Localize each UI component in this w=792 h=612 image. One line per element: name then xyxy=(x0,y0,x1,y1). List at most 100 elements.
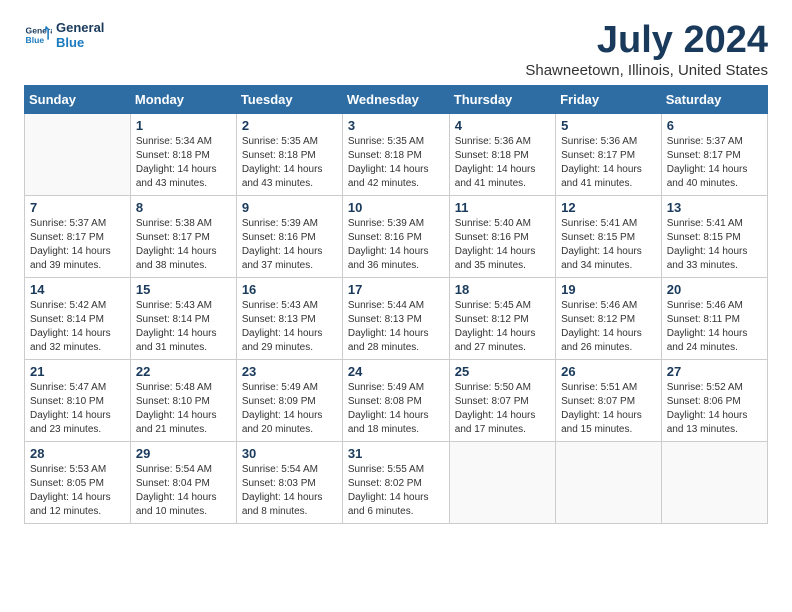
weekday-header-thursday: Thursday xyxy=(449,85,555,113)
day-number: 3 xyxy=(348,118,444,133)
cell-details: Sunrise: 5:35 AMSunset: 8:18 PMDaylight:… xyxy=(242,135,337,191)
day-number: 29 xyxy=(136,446,231,461)
day-number: 22 xyxy=(136,364,231,379)
calendar-cell: 8Sunrise: 5:38 AMSunset: 8:17 PMDaylight… xyxy=(130,195,236,277)
calendar-cell: 1Sunrise: 5:34 AMSunset: 8:18 PMDaylight… xyxy=(130,113,236,195)
cell-details: Sunrise: 5:36 AMSunset: 8:17 PMDaylight:… xyxy=(561,135,656,191)
calendar-cell: 29 Sunrise: 5:54 AMSunset: 8:04 PMDayligh… xyxy=(130,441,236,523)
calendar-cell: 10 Sunrise: 5:39 AMSunset: 8:16 PMDayligh… xyxy=(342,195,449,277)
calendar-cell: 5 Sunrise: 5:36 AMSunset: 8:17 PMDaylight… xyxy=(556,113,662,195)
calendar-cell: 28 Sunrise: 5:53 AMSunset: 8:05 PMDayligh… xyxy=(25,441,131,523)
day-number: 13 xyxy=(667,200,762,215)
calendar-cell: 22 Sunrise: 5:48 AMSunset: 8:10 PMDayligh… xyxy=(130,359,236,441)
cell-details: Sunrise: 5:40 AMSunset: 8:16 PMDaylight:… xyxy=(455,217,550,273)
day-number: 5 xyxy=(561,118,656,133)
cell-details: Sunrise: 5:53 AMSunset: 8:05 PMDaylight:… xyxy=(30,463,125,519)
calendar-cell: 2 Sunrise: 5:35 AMSunset: 8:18 PMDaylight… xyxy=(236,113,342,195)
cell-details: Sunrise: 5:39 AMSunset: 8:16 PMDaylight:… xyxy=(242,217,337,273)
calendar-cell: 17 Sunrise: 5:44 AMSunset: 8:13 PMDayligh… xyxy=(342,277,449,359)
cell-details: Sunrise: 5:42 AMSunset: 8:14 PMDaylight:… xyxy=(30,299,125,355)
week-row-3: 14 Sunrise: 5:42 AMSunset: 8:14 PMDayligh… xyxy=(25,277,768,359)
weekday-header-tuesday: Tuesday xyxy=(236,85,342,113)
day-number: 19 xyxy=(561,282,656,297)
week-row-2: 7 Sunrise: 5:37 AMSunset: 8:17 PMDaylight… xyxy=(25,195,768,277)
cell-details: Sunrise: 5:46 AMSunset: 8:12 PMDaylight:… xyxy=(561,299,656,355)
calendar-cell: 9 Sunrise: 5:39 AMSunset: 8:16 PMDaylight… xyxy=(236,195,342,277)
day-number: 16 xyxy=(242,282,337,297)
day-number: 14 xyxy=(30,282,125,297)
calendar-cell: 15Sunrise: 5:43 AMSunset: 8:14 PMDayligh… xyxy=(130,277,236,359)
calendar-cell: 4Sunrise: 5:36 AMSunset: 8:18 PMDaylight… xyxy=(449,113,555,195)
day-number: 10 xyxy=(348,200,444,215)
weekday-header-saturday: Saturday xyxy=(661,85,767,113)
calendar-cell: 11Sunrise: 5:40 AMSunset: 8:16 PMDayligh… xyxy=(449,195,555,277)
day-number: 6 xyxy=(667,118,762,133)
page-subtitle: Shawneetown, Illinois, United States xyxy=(525,62,768,79)
day-number: 9 xyxy=(242,200,337,215)
day-number: 28 xyxy=(30,446,125,461)
day-number: 31 xyxy=(348,446,444,461)
cell-details: Sunrise: 5:49 AMSunset: 8:09 PMDaylight:… xyxy=(242,381,337,437)
day-number: 17 xyxy=(348,282,444,297)
day-number: 7 xyxy=(30,200,125,215)
day-number: 18 xyxy=(455,282,550,297)
calendar-cell: 7 Sunrise: 5:37 AMSunset: 8:17 PMDaylight… xyxy=(25,195,131,277)
day-number: 24 xyxy=(348,364,444,379)
calendar-cell: 14 Sunrise: 5:42 AMSunset: 8:14 PMDayligh… xyxy=(25,277,131,359)
cell-details: Sunrise: 5:39 AMSunset: 8:16 PMDaylight:… xyxy=(348,217,444,273)
day-number: 25 xyxy=(455,364,550,379)
day-number: 2 xyxy=(242,118,337,133)
calendar-cell: 30Sunrise: 5:54 AMSunset: 8:03 PMDayligh… xyxy=(236,441,342,523)
cell-details: Sunrise: 5:47 AMSunset: 8:10 PMDaylight:… xyxy=(30,381,125,437)
logo-icon: General Blue xyxy=(24,21,52,49)
calendar-cell: 31 Sunrise: 5:55 AMSunset: 8:02 PMDayligh… xyxy=(342,441,449,523)
calendar-cell: 25 Sunrise: 5:50 AMSunset: 8:07 PMDayligh… xyxy=(449,359,555,441)
cell-details: Sunrise: 5:41 AMSunset: 8:15 PMDaylight:… xyxy=(667,217,762,273)
calendar-cell: 12 Sunrise: 5:41 AMSunset: 8:15 PMDayligh… xyxy=(556,195,662,277)
day-number: 12 xyxy=(561,200,656,215)
logo: General Blue General Blue xyxy=(24,20,104,50)
logo-blue: Blue xyxy=(56,35,104,50)
day-number: 8 xyxy=(136,200,231,215)
day-number: 27 xyxy=(667,364,762,379)
calendar-cell: 18Sunrise: 5:45 AMSunset: 8:12 PMDayligh… xyxy=(449,277,555,359)
page-title: July 2024 xyxy=(525,20,768,62)
day-number: 21 xyxy=(30,364,125,379)
cell-details: Sunrise: 5:34 AMSunset: 8:18 PMDaylight:… xyxy=(136,135,231,191)
cell-details: Sunrise: 5:51 AMSunset: 8:07 PMDaylight:… xyxy=(561,381,656,437)
calendar-cell: 20Sunrise: 5:46 AMSunset: 8:11 PMDayligh… xyxy=(661,277,767,359)
calendar-cell: 23 Sunrise: 5:49 AMSunset: 8:09 PMDayligh… xyxy=(236,359,342,441)
calendar-cell xyxy=(661,441,767,523)
calendar-cell: 26Sunrise: 5:51 AMSunset: 8:07 PMDayligh… xyxy=(556,359,662,441)
week-row-4: 21 Sunrise: 5:47 AMSunset: 8:10 PMDayligh… xyxy=(25,359,768,441)
cell-details: Sunrise: 5:54 AMSunset: 8:03 PMDaylight:… xyxy=(242,463,337,519)
logo-general: General xyxy=(56,20,104,35)
header: General Blue General Blue July 2024 Shaw… xyxy=(24,20,768,79)
cell-details: Sunrise: 5:37 AMSunset: 8:17 PMDaylight:… xyxy=(667,135,762,191)
calendar-cell: 16Sunrise: 5:43 AMSunset: 8:13 PMDayligh… xyxy=(236,277,342,359)
calendar-cell: 19 Sunrise: 5:46 AMSunset: 8:12 PMDayligh… xyxy=(556,277,662,359)
calendar-cell xyxy=(449,441,555,523)
cell-details: Sunrise: 5:46 AMSunset: 8:11 PMDaylight:… xyxy=(667,299,762,355)
weekday-header-friday: Friday xyxy=(556,85,662,113)
weekday-header-sunday: Sunday xyxy=(25,85,131,113)
cell-details: Sunrise: 5:54 AMSunset: 8:04 PMDaylight:… xyxy=(136,463,231,519)
cell-details: Sunrise: 5:43 AMSunset: 8:14 PMDaylight:… xyxy=(136,299,231,355)
cell-details: Sunrise: 5:37 AMSunset: 8:17 PMDaylight:… xyxy=(30,217,125,273)
calendar-cell: 21 Sunrise: 5:47 AMSunset: 8:10 PMDayligh… xyxy=(25,359,131,441)
title-block: July 2024 Shawneetown, Illinois, United … xyxy=(525,20,768,79)
weekday-header-monday: Monday xyxy=(130,85,236,113)
calendar-cell: 13 Sunrise: 5:41 AMSunset: 8:15 PMDayligh… xyxy=(661,195,767,277)
cell-details: Sunrise: 5:44 AMSunset: 8:13 PMDaylight:… xyxy=(348,299,444,355)
calendar-cell xyxy=(25,113,131,195)
calendar-table: SundayMondayTuesdayWednesdayThursdayFrid… xyxy=(24,85,768,524)
week-row-1: 1Sunrise: 5:34 AMSunset: 8:18 PMDaylight… xyxy=(25,113,768,195)
calendar-cell: 24Sunrise: 5:49 AMSunset: 8:08 PMDayligh… xyxy=(342,359,449,441)
cell-details: Sunrise: 5:35 AMSunset: 8:18 PMDaylight:… xyxy=(348,135,444,191)
day-number: 23 xyxy=(242,364,337,379)
cell-details: Sunrise: 5:52 AMSunset: 8:06 PMDaylight:… xyxy=(667,381,762,437)
cell-details: Sunrise: 5:41 AMSunset: 8:15 PMDaylight:… xyxy=(561,217,656,273)
cell-details: Sunrise: 5:50 AMSunset: 8:07 PMDaylight:… xyxy=(455,381,550,437)
cell-details: Sunrise: 5:48 AMSunset: 8:10 PMDaylight:… xyxy=(136,381,231,437)
cell-details: Sunrise: 5:55 AMSunset: 8:02 PMDaylight:… xyxy=(348,463,444,519)
